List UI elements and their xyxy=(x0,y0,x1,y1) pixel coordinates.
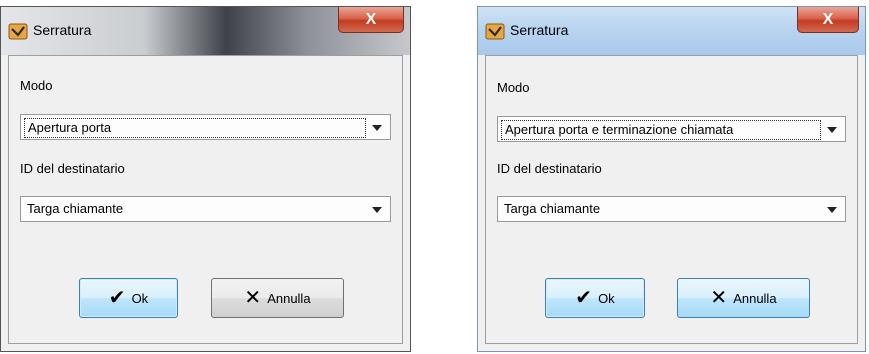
ok-label: Ok xyxy=(598,290,615,306)
cancel-button[interactable]: ✕ Annulla xyxy=(677,278,810,318)
cancel-label: Annulla xyxy=(267,290,311,306)
cancel-label: Annulla xyxy=(733,290,777,306)
recipient-label: ID del destinatario xyxy=(20,161,125,176)
serratura-dialog-left: Serratura X Modo Apertura porta ID del d… xyxy=(0,6,411,352)
chevron-down-icon xyxy=(827,127,837,133)
lock-app-icon xyxy=(485,23,505,40)
recipient-dropdown[interactable]: Targa chiamante xyxy=(497,196,846,222)
chevron-down-icon xyxy=(372,125,382,131)
chevron-down-icon xyxy=(372,207,382,213)
mode-value: Apertura porta e terminazione chiamata xyxy=(501,120,821,140)
mode-label: Modo xyxy=(497,80,530,95)
close-icon: X xyxy=(365,10,377,28)
ok-button[interactable]: ✔ Ok xyxy=(79,278,178,318)
checkmark-icon: ✔ xyxy=(575,287,593,309)
dialog-client-area: Modo Apertura porta e terminazione chiam… xyxy=(485,55,858,344)
serratura-dialog-right: Serratura X Modo Apertura porta e termin… xyxy=(477,6,866,352)
cancel-button[interactable]: ✕ Annulla xyxy=(211,278,344,318)
ok-label: Ok xyxy=(131,290,149,306)
dialog-title: Serratura xyxy=(510,22,569,38)
mode-dropdown[interactable]: Apertura porta xyxy=(20,114,391,140)
chevron-down-icon xyxy=(827,207,837,213)
dialog-title: Serratura xyxy=(33,22,92,38)
x-icon: ✕ xyxy=(710,287,728,309)
checkmark-icon: ✔ xyxy=(108,287,126,309)
mode-label: Modo xyxy=(20,78,53,93)
recipient-label: ID del destinatario xyxy=(497,161,602,176)
close-button[interactable]: X xyxy=(338,7,404,33)
recipient-dropdown[interactable]: Targa chiamante xyxy=(20,196,391,222)
recipient-value: Targa chiamante xyxy=(27,201,124,216)
close-button[interactable]: X xyxy=(797,7,859,33)
close-icon: X xyxy=(822,10,834,28)
ok-button[interactable]: ✔ Ok xyxy=(545,278,645,318)
mode-value: Apertura porta xyxy=(24,118,366,138)
title-bar[interactable]: Serratura X xyxy=(1,7,410,55)
mode-dropdown[interactable]: Apertura porta e terminazione chiamata xyxy=(497,116,846,142)
title-bar[interactable]: Serratura X xyxy=(478,7,865,55)
lock-app-icon xyxy=(8,23,28,40)
x-icon: ✕ xyxy=(244,287,262,309)
recipient-value: Targa chiamante xyxy=(504,201,601,216)
dialog-client-area: Modo Apertura porta ID del destinatario … xyxy=(8,55,403,344)
